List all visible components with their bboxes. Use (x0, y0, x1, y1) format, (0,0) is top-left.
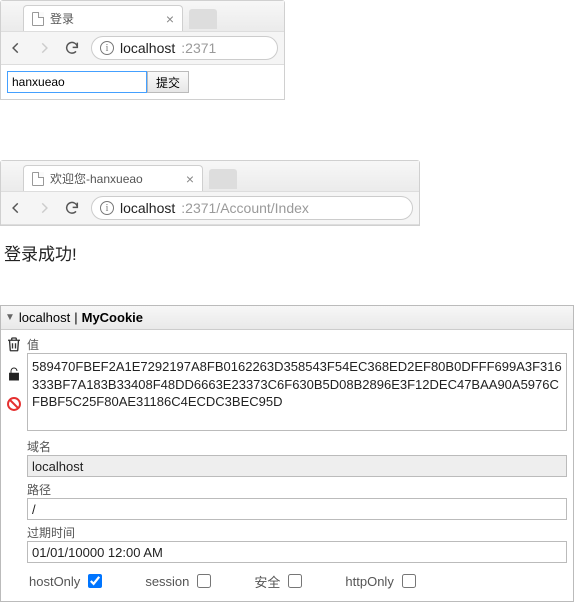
username-input[interactable] (7, 71, 147, 93)
label-expires: 过期时间 (27, 524, 567, 541)
tab-bar: 登录 × (1, 1, 284, 31)
url-host: localhost (120, 200, 175, 216)
page-icon (32, 12, 44, 26)
tab-title: 欢迎您-hanxueao (50, 170, 143, 187)
label-path: 路径 (27, 481, 567, 498)
cookie-path-field[interactable] (27, 498, 567, 520)
address-bar[interactable]: i localhost :2371/Account/Index (91, 196, 413, 220)
forward-button[interactable] (35, 199, 53, 217)
httponly-checkbox[interactable] (402, 574, 416, 588)
reload-button[interactable] (63, 199, 81, 217)
nav-toolbar: i localhost :2371 (1, 31, 284, 65)
back-button[interactable] (7, 199, 25, 217)
close-icon[interactable]: × (186, 172, 194, 186)
browser-window-welcome: 欢迎您-hanxueao × i localhost :2371/Account/… (0, 160, 420, 226)
url-host: localhost (120, 40, 175, 56)
url-rest: :2371/Account/Index (181, 200, 309, 216)
site-info-icon[interactable]: i (100, 201, 114, 215)
httponly-flag[interactable]: httpOnly (345, 571, 418, 591)
session-checkbox[interactable] (197, 574, 211, 588)
block-icon[interactable] (4, 394, 24, 414)
page-icon (32, 172, 44, 186)
devtools-cookie-panel: ▼ localhost | MyCookie 值 域名 路径 过期时间 (0, 305, 574, 602)
site-info-icon[interactable]: i (100, 41, 114, 55)
browser-tab[interactable]: 登录 × (23, 5, 183, 31)
reload-button[interactable] (63, 39, 81, 57)
delete-icon[interactable] (4, 334, 24, 354)
hostonly-flag[interactable]: hostOnly (29, 571, 105, 591)
lock-icon[interactable] (4, 364, 24, 384)
close-icon[interactable]: × (166, 12, 174, 26)
label-domain: 域名 (27, 438, 567, 455)
cookie-name: MyCookie (82, 310, 143, 325)
tab-title: 登录 (50, 10, 74, 27)
label-value: 值 (27, 336, 567, 353)
cookie-host: localhost (19, 310, 70, 325)
cookie-value-field[interactable] (27, 353, 567, 431)
forward-button[interactable] (35, 39, 53, 57)
submit-button[interactable]: 提交 (147, 71, 189, 93)
secure-checkbox[interactable] (288, 574, 302, 588)
url-rest: :2371 (181, 40, 216, 56)
hostonly-checkbox[interactable] (88, 574, 102, 588)
cookie-domain-field[interactable] (27, 455, 567, 477)
devtools-side-actions (1, 330, 27, 601)
secure-flag[interactable]: 安全 (254, 571, 305, 591)
browser-window-login: 登录 × i localhost :2371 提交 (0, 0, 285, 100)
devtools-header[interactable]: ▼ localhost | MyCookie (1, 306, 573, 330)
collapse-icon[interactable]: ▼ (5, 312, 15, 323)
browser-tab[interactable]: 欢迎您-hanxueao × (23, 165, 203, 191)
nav-toolbar: i localhost :2371/Account/Index (1, 191, 419, 225)
address-bar[interactable]: i localhost :2371 (91, 36, 278, 60)
new-tab-button[interactable] (189, 9, 217, 29)
login-success-text: 登录成功! (0, 226, 574, 275)
new-tab-button[interactable] (209, 169, 237, 189)
session-flag[interactable]: session (145, 571, 214, 591)
back-button[interactable] (7, 39, 25, 57)
page-content: 提交 (1, 65, 284, 99)
devtools-main: 值 域名 路径 过期时间 hostOnly session 安全 (27, 330, 573, 601)
tab-bar: 欢迎您-hanxueao × (1, 161, 419, 191)
cookie-expires-field[interactable] (27, 541, 567, 563)
